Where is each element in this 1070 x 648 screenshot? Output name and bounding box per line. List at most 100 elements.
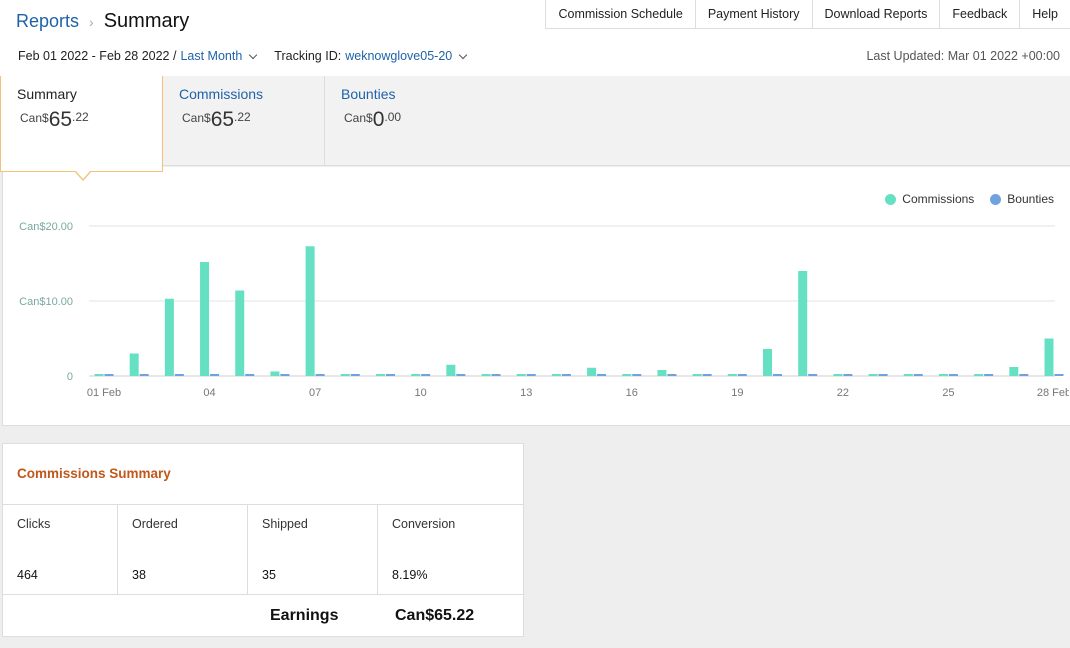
chart-legend: Commissions Bounties bbox=[885, 192, 1054, 206]
nav-help[interactable]: Help bbox=[1020, 0, 1070, 28]
tab-summary-amount: Can$65.22 bbox=[17, 108, 146, 132]
stat-value: 35 bbox=[262, 568, 276, 582]
tab-commissions-amount: Can$65.22 bbox=[179, 108, 308, 132]
bounties-bar bbox=[174, 374, 184, 376]
tab-summary[interactable]: Summary Can$65.22 bbox=[0, 76, 163, 172]
bounties-bar bbox=[984, 374, 994, 376]
tab-commissions-title: Commissions bbox=[179, 86, 264, 102]
tracking-id-dropdown[interactable]: weknowglove05-20 bbox=[345, 49, 452, 63]
x-tick-label: 16 bbox=[626, 387, 638, 399]
bounties-bar bbox=[702, 374, 712, 376]
earnings-value: Can$65.22 bbox=[395, 607, 475, 624]
x-tick-label: 25 bbox=[942, 387, 954, 399]
currency-label: Can$ bbox=[344, 111, 373, 125]
bounties-bar bbox=[1019, 374, 1029, 376]
amount-whole: 0 bbox=[372, 108, 385, 131]
bounties-bar bbox=[1054, 374, 1064, 376]
bounties-bar bbox=[139, 374, 149, 376]
nav-commission-schedule[interactable]: Commission Schedule bbox=[546, 0, 696, 28]
report-tabs: Summary Can$65.22 Commissions Can$65.22 … bbox=[0, 76, 1070, 172]
bounties-bar bbox=[878, 374, 888, 376]
commissions-bar bbox=[129, 353, 139, 376]
tracking-id-label: Tracking ID: bbox=[274, 49, 342, 63]
commissions-bar bbox=[164, 298, 174, 376]
commissions-bar bbox=[622, 374, 632, 376]
stat-label: Conversion bbox=[392, 517, 456, 531]
commissions-bar bbox=[763, 349, 773, 376]
x-tick-label: 19 bbox=[731, 387, 743, 399]
nav-payment-history[interactable]: Payment History bbox=[695, 0, 813, 28]
bounties-bar bbox=[773, 374, 783, 376]
nav-download-reports[interactable]: Download Reports bbox=[812, 0, 941, 28]
bounties-bar bbox=[843, 374, 853, 376]
tab-bounties-amount: Can$0.00 bbox=[341, 108, 479, 132]
commissions-bar bbox=[516, 374, 526, 376]
commissions-bar bbox=[340, 374, 350, 376]
commissions-bar bbox=[868, 374, 878, 376]
y-tick-label: 0 bbox=[67, 371, 73, 383]
bounties-bar bbox=[737, 374, 747, 376]
chevron-down-icon[interactable] bbox=[458, 50, 468, 59]
legend-bounties-label: Bounties bbox=[1007, 192, 1054, 206]
bounties-bar bbox=[526, 374, 536, 376]
currency-label: Can$ bbox=[182, 111, 211, 125]
x-tick-label: 10 bbox=[415, 387, 427, 399]
x-tick-label: 07 bbox=[309, 387, 321, 399]
earnings-label: Earnings bbox=[270, 607, 339, 624]
bounties-bar bbox=[210, 374, 220, 376]
earnings-row: Earnings Can$65.22 bbox=[3, 594, 523, 637]
x-tick-label: 28 Feb bbox=[1037, 387, 1069, 399]
commissions-bar bbox=[1044, 338, 1054, 376]
legend-bounties-swatch bbox=[990, 193, 1002, 205]
commissions-bar bbox=[1009, 367, 1019, 376]
filter-bar: Feb 01 2022 - Feb 28 2022 / Last Month T… bbox=[18, 49, 470, 63]
commissions-bar bbox=[551, 374, 561, 376]
commissions-bar bbox=[798, 271, 808, 376]
date-range-dropdown[interactable]: Last Month bbox=[180, 49, 242, 63]
bounties-bar bbox=[456, 374, 466, 376]
tab-summary-title: Summary bbox=[17, 86, 77, 102]
amount-cents: .22 bbox=[72, 110, 89, 124]
commissions-bar bbox=[200, 262, 210, 376]
tab-bounties-title: Bounties bbox=[341, 86, 396, 102]
top-nav: Commission Schedule Payment History Down… bbox=[545, 0, 1070, 29]
tab-bounties[interactable]: Bounties Can$0.00 bbox=[325, 76, 495, 166]
legend-commissions-label: Commissions bbox=[902, 192, 975, 206]
legend-commissions[interactable]: Commissions bbox=[885, 192, 974, 206]
breadcrumb: Reports › Summary bbox=[16, 10, 189, 33]
nav-feedback[interactable]: Feedback bbox=[940, 0, 1021, 28]
bounties-bar bbox=[280, 374, 290, 376]
commissions-summary-panel: Commissions Summary Clicks 464 Ordered 3… bbox=[2, 443, 524, 637]
stat-value: 464 bbox=[17, 568, 38, 582]
commissions-bar bbox=[94, 374, 104, 376]
bounties-bar bbox=[597, 374, 607, 376]
bounties-bar bbox=[385, 374, 395, 376]
commissions-bar bbox=[903, 374, 913, 376]
bounties-bar bbox=[913, 374, 923, 376]
bounties-bar bbox=[667, 374, 677, 376]
stat-value: 38 bbox=[132, 568, 146, 582]
amount-whole: 65 bbox=[48, 108, 73, 131]
commissions-bar bbox=[587, 367, 597, 376]
stat-conversion: Conversion 8.19% bbox=[378, 505, 523, 594]
bounties-bar bbox=[421, 374, 431, 376]
top-bar: Reports › Summary Commission Schedule Pa… bbox=[0, 0, 1070, 76]
stat-label: Shipped bbox=[262, 517, 308, 531]
stat-label: Ordered bbox=[132, 517, 178, 531]
chevron-down-icon[interactable] bbox=[249, 50, 258, 59]
stat-clicks: Clicks 464 bbox=[3, 505, 118, 594]
commissions-bar bbox=[938, 374, 948, 376]
commissions-bar bbox=[375, 374, 385, 376]
stat-value: 8.19% bbox=[392, 568, 428, 582]
stat-shipped: Shipped 35 bbox=[248, 505, 378, 594]
bounties-bar bbox=[315, 374, 325, 376]
tab-commissions[interactable]: Commissions Can$65.22 bbox=[163, 76, 325, 166]
legend-bounties[interactable]: Bounties bbox=[990, 192, 1054, 206]
x-tick-label: 22 bbox=[837, 387, 849, 399]
active-tab-pointer bbox=[74, 170, 92, 181]
stat-ordered: Ordered 38 bbox=[118, 505, 248, 594]
breadcrumb-reports-link[interactable]: Reports bbox=[16, 11, 79, 32]
currency-label: Can$ bbox=[20, 111, 49, 125]
commissions-bar bbox=[235, 290, 245, 376]
stat-label: Clicks bbox=[17, 517, 51, 531]
